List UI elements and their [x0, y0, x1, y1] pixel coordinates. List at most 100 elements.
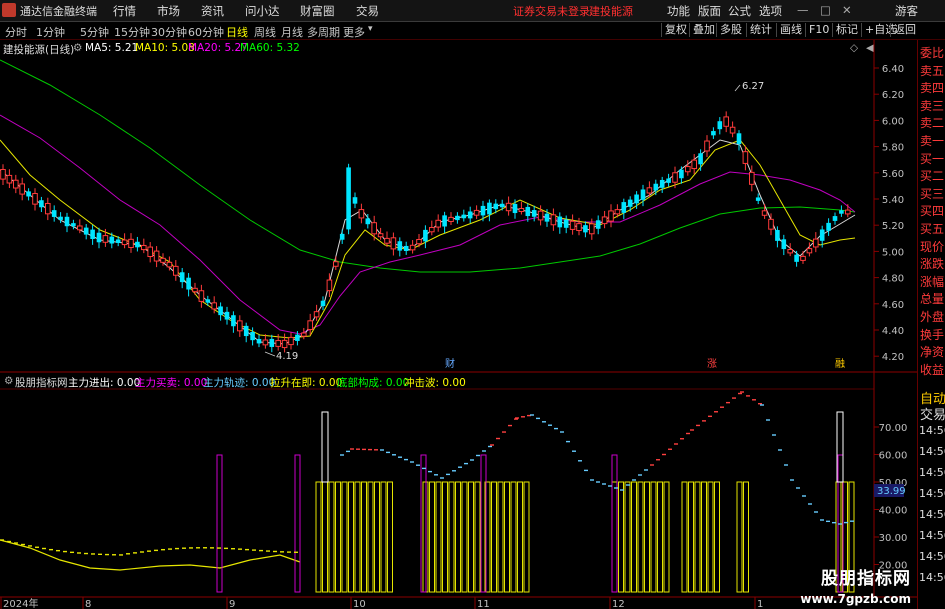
- menu-function[interactable]: 功能: [667, 3, 690, 19]
- candle-body: [787, 249, 794, 254]
- indicator-bar: [650, 481, 657, 593]
- candle-body: [614, 209, 621, 215]
- quote-label: 涨幅: [920, 274, 945, 289]
- candle-body: [320, 300, 326, 307]
- menu-formula[interactable]: 公式: [728, 3, 751, 19]
- period-tab-weekly[interactable]: 周线: [254, 24, 276, 40]
- candle-body: [51, 210, 57, 217]
- candle-body: [518, 207, 525, 213]
- candle-body: [262, 339, 269, 346]
- indicator-bar: [374, 481, 380, 593]
- marker-margin[interactable]: 融: [835, 358, 845, 370]
- candle-body: [275, 340, 281, 347]
- stats-button[interactable]: 统计: [746, 23, 775, 37]
- candle-body: [186, 277, 191, 290]
- minimize-icon[interactable]: —: [797, 3, 809, 17]
- menu-item-trade[interactable]: 交易: [356, 3, 379, 19]
- candle-body: [621, 202, 627, 213]
- mark-button[interactable]: 标记: [832, 23, 861, 37]
- candle-body: [71, 223, 76, 227]
- candle-body: [281, 339, 288, 349]
- indicator-bar: [523, 481, 530, 593]
- marker-finance[interactable]: 财: [445, 357, 455, 370]
- period-tab-multi[interactable]: 多周期: [307, 24, 340, 40]
- quote-label: 涨跌: [920, 257, 945, 272]
- quote-label: 买二: [920, 169, 945, 184]
- period-tab-timeshare[interactable]: 分时: [5, 24, 27, 40]
- candle-body: [256, 338, 262, 344]
- candle-body: [358, 209, 365, 219]
- menu-item-wealth[interactable]: 财富圈: [300, 3, 335, 19]
- x-tick-label: 9: [229, 599, 235, 609]
- sub-tick-label: 40.00: [879, 506, 908, 517]
- candle-body: [595, 220, 601, 229]
- overlay-button[interactable]: 叠加: [689, 23, 718, 37]
- candle-body: [288, 336, 294, 346]
- y-tick-label: 5.20: [882, 221, 904, 232]
- menu-item-ask[interactable]: 问小达: [245, 3, 280, 19]
- indicator-bar: [657, 481, 663, 593]
- guest-user[interactable]: 游客: [895, 3, 918, 19]
- menu-options[interactable]: 选项: [759, 3, 782, 19]
- period-tab-30min[interactable]: 30分钟: [151, 24, 187, 40]
- multi-stock-button[interactable]: 多股: [716, 23, 745, 37]
- app-logo-icon: [2, 3, 16, 17]
- tab-trade[interactable]: 交易: [920, 404, 945, 423]
- candle-body: [627, 199, 633, 207]
- candle-body: [166, 261, 173, 268]
- period-tab-5min[interactable]: 5分钟: [80, 24, 109, 40]
- menu-item-marketplace[interactable]: 市场: [157, 3, 180, 19]
- candle-body: [83, 227, 89, 235]
- period-tab-more[interactable]: 更多: [343, 24, 365, 40]
- candle-body: [589, 223, 595, 235]
- menu-layout[interactable]: 版面: [698, 3, 721, 19]
- quote-label: 换手: [920, 327, 945, 342]
- f10-button[interactable]: F10: [805, 23, 832, 37]
- candle-body: [32, 193, 38, 205]
- close-icon[interactable]: ✕: [842, 3, 852, 17]
- quote-label: 买三: [920, 186, 945, 201]
- marker-rise[interactable]: 涨: [707, 358, 717, 370]
- candle-body: [243, 325, 249, 337]
- indicator-bar: [348, 481, 354, 593]
- period-tab-15min[interactable]: 15分钟: [114, 24, 150, 40]
- indicator-bar: [341, 481, 348, 593]
- draw-line-button[interactable]: 画线: [776, 23, 805, 37]
- maximize-icon[interactable]: □: [820, 3, 831, 17]
- indicator-bar: [367, 481, 374, 593]
- indicator-bar: [618, 481, 624, 593]
- watermark-url: www.7gpzb.com: [800, 592, 911, 606]
- indicator-bar: [461, 481, 468, 593]
- trade-time: 14:56: [919, 508, 945, 521]
- quote-label: 卖五: [920, 63, 945, 78]
- candle-body: [409, 244, 416, 251]
- x-axis: 2024年 8 9 10 11 12 1: [0, 597, 763, 609]
- trade-login-warning[interactable]: 证券交易未登录: [513, 3, 590, 19]
- period-tab-daily[interactable]: 日线: [226, 24, 248, 40]
- indicator-bar: [681, 481, 688, 593]
- indicator-bar: [468, 481, 474, 593]
- candle-body: [672, 172, 678, 183]
- candle-body: [537, 210, 544, 221]
- candle-body: [153, 250, 160, 262]
- trade-time: 14:56: [919, 571, 945, 584]
- candle-body: [736, 133, 742, 145]
- sub-tick-label: 60.00: [879, 451, 908, 462]
- back-button[interactable]: 返回: [890, 23, 919, 37]
- menu-item-market[interactable]: 行情: [113, 3, 136, 19]
- adjust-button[interactable]: 复权: [661, 23, 690, 37]
- period-tab-monthly[interactable]: 月线: [281, 24, 303, 40]
- menu-item-news[interactable]: 资讯: [201, 3, 224, 19]
- candle-body: [717, 121, 723, 130]
- sub-tick-label: 30.00: [879, 533, 908, 544]
- candle-body: [608, 210, 614, 222]
- period-tab-60min[interactable]: 60分钟: [188, 24, 224, 40]
- candle-body: [487, 202, 492, 215]
- x-tick-label: 8: [85, 599, 91, 609]
- chevron-down-icon[interactable]: ▾: [368, 24, 373, 34]
- menu-bar: 通达信金融终端 行情 市场 资讯 问小达 财富圈 交易 证券交易未登录 建投能源…: [0, 0, 945, 22]
- current-stock-link[interactable]: 建投能源: [589, 3, 633, 19]
- period-tab-1min[interactable]: 1分钟: [36, 24, 65, 40]
- candle-body: [806, 248, 813, 254]
- candle-body: [429, 227, 435, 233]
